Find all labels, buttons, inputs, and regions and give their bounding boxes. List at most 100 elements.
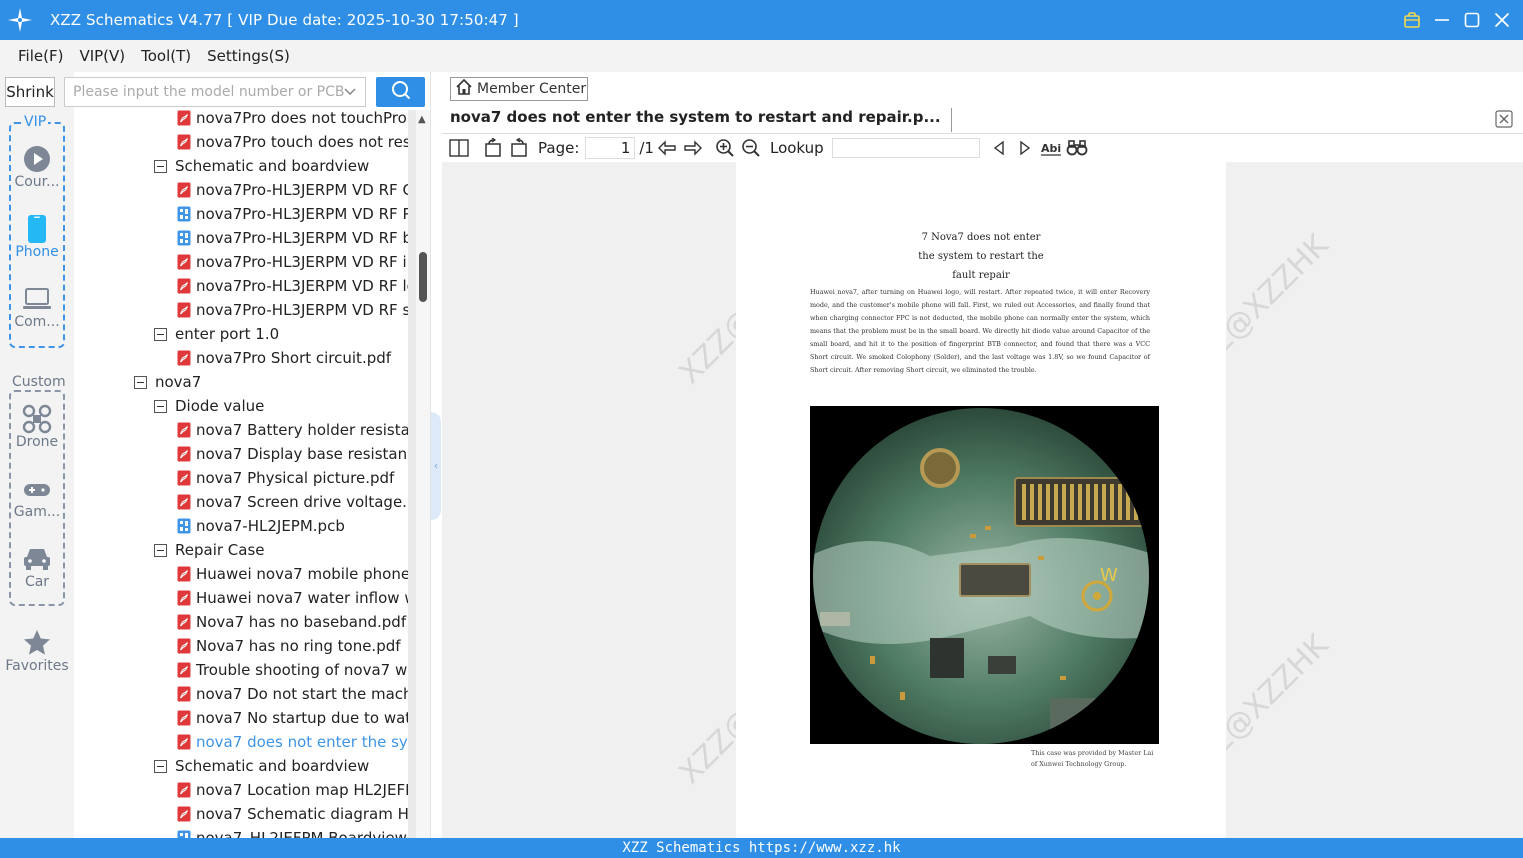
scroll-track [416, 110, 430, 838]
tree-file[interactable]: Nova7 has no ring tone.pdf [177, 634, 401, 658]
tree-file[interactable]: nova7Pro-HL3JERPM VD RF PC [177, 202, 408, 226]
menu-tool[interactable]: Tool(T) [141, 47, 191, 65]
tree-file[interactable]: nova7-HL2JEPM.pcb [177, 514, 345, 538]
file-tree: nova7Pro does not touchPrope nova7Pro tou… [74, 110, 408, 838]
menu-settings[interactable]: Settings(S) [207, 47, 290, 65]
chevron-down-icon[interactable] [343, 85, 357, 103]
find-next-icon[interactable] [1012, 136, 1038, 160]
tree-file[interactable]: Nova7 has no baseband.pdf [177, 610, 406, 634]
search-button[interactable] [376, 77, 425, 107]
page-number-input[interactable]: 1 [585, 137, 636, 159]
tree-file[interactable]: nova7Pro Short circuit.pdf [177, 346, 391, 370]
scroll-up-icon[interactable]: ▲ [418, 114, 426, 125]
tree-file[interactable]: nova7 Do not start the machine [177, 682, 408, 706]
tree-file[interactable]: nova7Pro-HL3JERPM VD RF im [177, 250, 408, 274]
tree-file[interactable]: nova7 does not enter the syster [177, 730, 408, 754]
shrink-button[interactable]: Shrink [5, 77, 55, 107]
rotate-right-icon[interactable] [506, 136, 532, 160]
tree-item-label: nova7Pro Short circuit.pdf [196, 349, 392, 367]
tree-folder[interactable]: Schematic and boardview [154, 154, 369, 178]
pdf-file-icon [177, 350, 191, 366]
nav-computer[interactable]: Com... [0, 284, 74, 330]
tree-folder[interactable]: Repair Case [154, 538, 265, 562]
tree-item-label: nova7 Do not start the machine [196, 685, 408, 703]
gamepad-icon [0, 474, 74, 504]
tree-file[interactable]: Huawei nova7 mobile phone fa [177, 562, 408, 586]
maximize-icon[interactable] [1461, 9, 1483, 31]
tree-file[interactable]: nova7 Physical picture.pdf [177, 466, 394, 490]
vip-bag-icon[interactable] [1401, 9, 1423, 31]
search-input[interactable]: Please input the model number or PCB [64, 77, 366, 107]
member-center-button[interactable]: Member Center [450, 77, 588, 101]
tree-file[interactable]: Trouble shooting of nova7 with [177, 658, 408, 682]
tree-folder[interactable]: nova7 [134, 370, 201, 394]
binoculars-icon[interactable] [1064, 136, 1090, 160]
collapse-toggle-icon[interactable] [154, 399, 167, 413]
tree-file[interactable]: nova7 Battery holder resistance [177, 418, 408, 442]
tree-file[interactable]: nova7Pro-HL3JERPM VD RF sch [177, 298, 408, 322]
tree-folder[interactable]: Diode value [154, 394, 264, 418]
collapse-toggle-icon[interactable] [154, 327, 167, 341]
next-page-icon[interactable] [680, 136, 706, 160]
zoom-out-icon[interactable] [738, 136, 764, 160]
nav-phone[interactable]: Phone [0, 214, 74, 260]
tree-file[interactable]: nova7Pro-HL3JERPM VD RF Co [177, 178, 408, 202]
tree-file[interactable]: nova7 No startup due to water i [177, 706, 408, 730]
car-icon [0, 544, 74, 574]
close-tab-icon[interactable] [1495, 110, 1513, 128]
scroll-thumb[interactable] [419, 252, 427, 302]
nav-drone[interactable]: Drone [0, 404, 74, 450]
nav-computer-label: Com... [14, 314, 60, 330]
tree-scrollbar[interactable]: ▲ [416, 110, 430, 838]
minimize-icon[interactable] [1431, 9, 1453, 31]
tree-file[interactable]: nova7Pro-HL3JERPM VD RF loc [177, 274, 408, 298]
tree-item-label: Huawei nova7 mobile phone fa [196, 565, 408, 583]
tree-file[interactable]: nova7Pro touch does not respo [177, 130, 408, 154]
pdf-viewer[interactable]: XZZ@XZZHK XZZ@XZZHK XZZ@XZZHK XZZ@XZZHK … [442, 162, 1523, 838]
tree-file[interactable]: nova7 Screen drive voltage.pdf [177, 490, 408, 514]
menu-file[interactable]: File(F) [18, 47, 63, 65]
pdf-file-icon [177, 422, 191, 438]
tree-item-label: Nova7 has no ring tone.pdf [196, 637, 401, 655]
tree-folder[interactable]: Schematic and boardview [154, 754, 369, 778]
tree-folder[interactable]: enter port 1.0 [154, 322, 279, 346]
nav-car[interactable]: Car [0, 544, 74, 590]
lookup-input[interactable] [831, 138, 980, 158]
pcb-file-icon [177, 230, 191, 246]
tree-file[interactable]: nova7Pro-HL3JERPM VD RF bo [177, 226, 408, 250]
tree-item-label: nova7 No startup due to water i [196, 709, 408, 727]
laptop-icon [0, 284, 74, 314]
collapse-toggle-icon[interactable] [154, 159, 167, 173]
collapse-toggle-icon[interactable] [134, 375, 147, 389]
nav-courses[interactable]: Cour... [0, 144, 74, 190]
collapse-toggle-icon[interactable] [154, 543, 167, 557]
find-prev-icon[interactable] [986, 136, 1012, 160]
pdf-file-icon [177, 494, 191, 510]
tree-file[interactable]: nova7 Display base resistance v [177, 442, 408, 466]
document-tab[interactable]: nova7 does not enter the system to resta… [450, 108, 952, 132]
tree-file[interactable]: Huawei nova7 water inflow wit [177, 586, 408, 610]
tree-file[interactable]: nova7Pro does not touchPrope [177, 110, 408, 130]
sidebar-toggle-icon[interactable] [446, 136, 472, 160]
nav-favorites-label: Favorites [5, 658, 69, 674]
match-case-icon[interactable]: Abi [1038, 136, 1064, 160]
nav-games[interactable]: Gam... [0, 474, 74, 520]
menu-vip[interactable]: VIP(V) [79, 47, 125, 65]
pdf-file-icon [177, 662, 191, 678]
collapse-toggle-icon[interactable] [154, 759, 167, 773]
pdf-file-icon [177, 470, 191, 486]
collapse-handle[interactable]: ‹ [431, 412, 441, 520]
tree-file[interactable]: nova7 Schematic diagram HL2J [177, 802, 408, 826]
pdf-file-icon [177, 254, 191, 270]
page-label: Page: [538, 139, 580, 157]
zoom-in-icon[interactable] [712, 136, 738, 160]
rotate-left-icon[interactable] [480, 136, 506, 160]
pdf-file-icon [177, 134, 191, 150]
tree-file[interactable]: nova7_HL2JEFPM Boardview.pc [177, 826, 408, 838]
tree-file[interactable]: nova7 Location map HL2JEFPM [177, 778, 408, 802]
close-icon[interactable] [1491, 9, 1513, 31]
nav-favorites[interactable]: Favorites [0, 628, 74, 674]
panel-splitter[interactable]: ‹ [430, 72, 442, 838]
prev-page-icon[interactable] [654, 136, 680, 160]
window-title: XZZ Schematics V4.77 [ VIP Due date: 202… [50, 11, 519, 29]
